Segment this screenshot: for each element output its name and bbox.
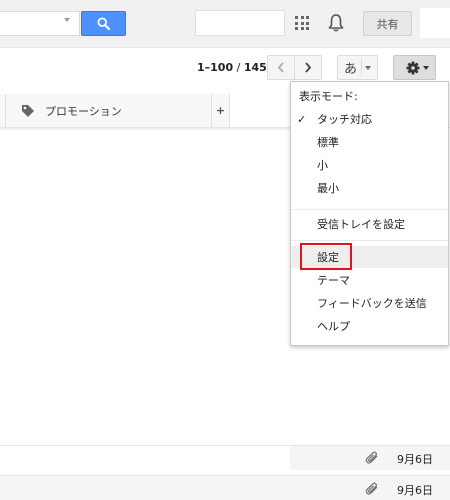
input-tools-label: あ: [344, 62, 358, 77]
account-switcher-box[interactable]: [195, 10, 285, 36]
display-mode-header: 表示モード:: [299, 90, 358, 103]
chevron-right-icon: [305, 62, 312, 73]
prev-page-button[interactable]: [267, 55, 295, 80]
menu-item-label: 標準: [317, 136, 339, 149]
add-tab-button[interactable]: +: [212, 94, 230, 127]
input-tools-divider: [361, 59, 362, 76]
account-avatar[interactable]: [420, 8, 450, 38]
menu-item-touch[interactable]: ✓ タッチ対応: [291, 108, 448, 130]
menu-item-small[interactable]: 小: [291, 154, 448, 176]
menu-item-configure-inbox[interactable]: 受信トレイを設定: [291, 213, 448, 235]
menu-divider: [291, 240, 448, 241]
menu-item-label: 受信トレイを設定: [317, 218, 405, 231]
settings-menu: 表示モード: ✓ タッチ対応 標準 小 最小 受信トレイを設定 設定 テーマ フ…: [290, 81, 449, 346]
paperclip-icon: [365, 451, 378, 464]
pager-range-value: 1–100: [197, 61, 234, 74]
chevron-down-icon: [423, 66, 429, 70]
pager-separator: /: [233, 61, 244, 74]
next-page-button[interactable]: [294, 55, 322, 80]
search-icon: [97, 17, 110, 30]
menu-item-label: タッチ対応: [317, 113, 372, 126]
menu-item-label: 小: [317, 159, 328, 172]
gear-icon: [406, 61, 420, 74]
bell-icon[interactable]: [327, 13, 345, 33]
pager-total: 145: [243, 61, 267, 74]
chevron-left-icon: [277, 62, 284, 73]
mail-row[interactable]: 9月6日: [0, 445, 450, 470]
menu-item-standard[interactable]: 標準: [291, 131, 448, 153]
input-tools-button[interactable]: あ: [337, 55, 378, 80]
tab-promotions-label: プロモーション: [45, 104, 122, 118]
search-button[interactable]: [81, 11, 126, 36]
menu-item-help[interactable]: ヘルプ: [291, 315, 448, 337]
menu-item-themes[interactable]: テーマ: [291, 269, 448, 291]
top-header: 共有: [0, 0, 450, 48]
mail-date: 9月6日: [397, 453, 433, 466]
tag-icon: [22, 104, 34, 117]
menu-item-send-feedback[interactable]: フィードバックを送信: [291, 292, 448, 314]
share-button[interactable]: 共有: [363, 11, 412, 36]
menu-item-label: ヘルプ: [317, 320, 350, 333]
menu-divider: [291, 209, 448, 210]
tabs-divider: [0, 128, 290, 130]
search-input[interactable]: [0, 11, 80, 36]
paperclip-icon: [365, 482, 378, 495]
menu-item-label: テーマ: [317, 274, 350, 287]
search-options-chevron-icon[interactable]: [64, 18, 70, 22]
settings-button[interactable]: [393, 55, 436, 80]
mail-row[interactable]: 9月6日: [0, 475, 450, 500]
apps-grid-icon[interactable]: [295, 16, 309, 30]
check-icon: ✓: [297, 113, 307, 126]
pager-range: 1–100 / 145: [197, 61, 267, 74]
settings-highlight-box: [300, 243, 352, 270]
menu-item-label: 最小: [317, 182, 339, 195]
mail-date: 9月6日: [397, 484, 433, 497]
chevron-down-icon[interactable]: [365, 66, 371, 70]
menu-item-smallest[interactable]: 最小: [291, 177, 448, 199]
menu-item-label: フィードバックを送信: [317, 297, 427, 310]
tab-promotions[interactable]: プロモーション: [6, 94, 212, 127]
